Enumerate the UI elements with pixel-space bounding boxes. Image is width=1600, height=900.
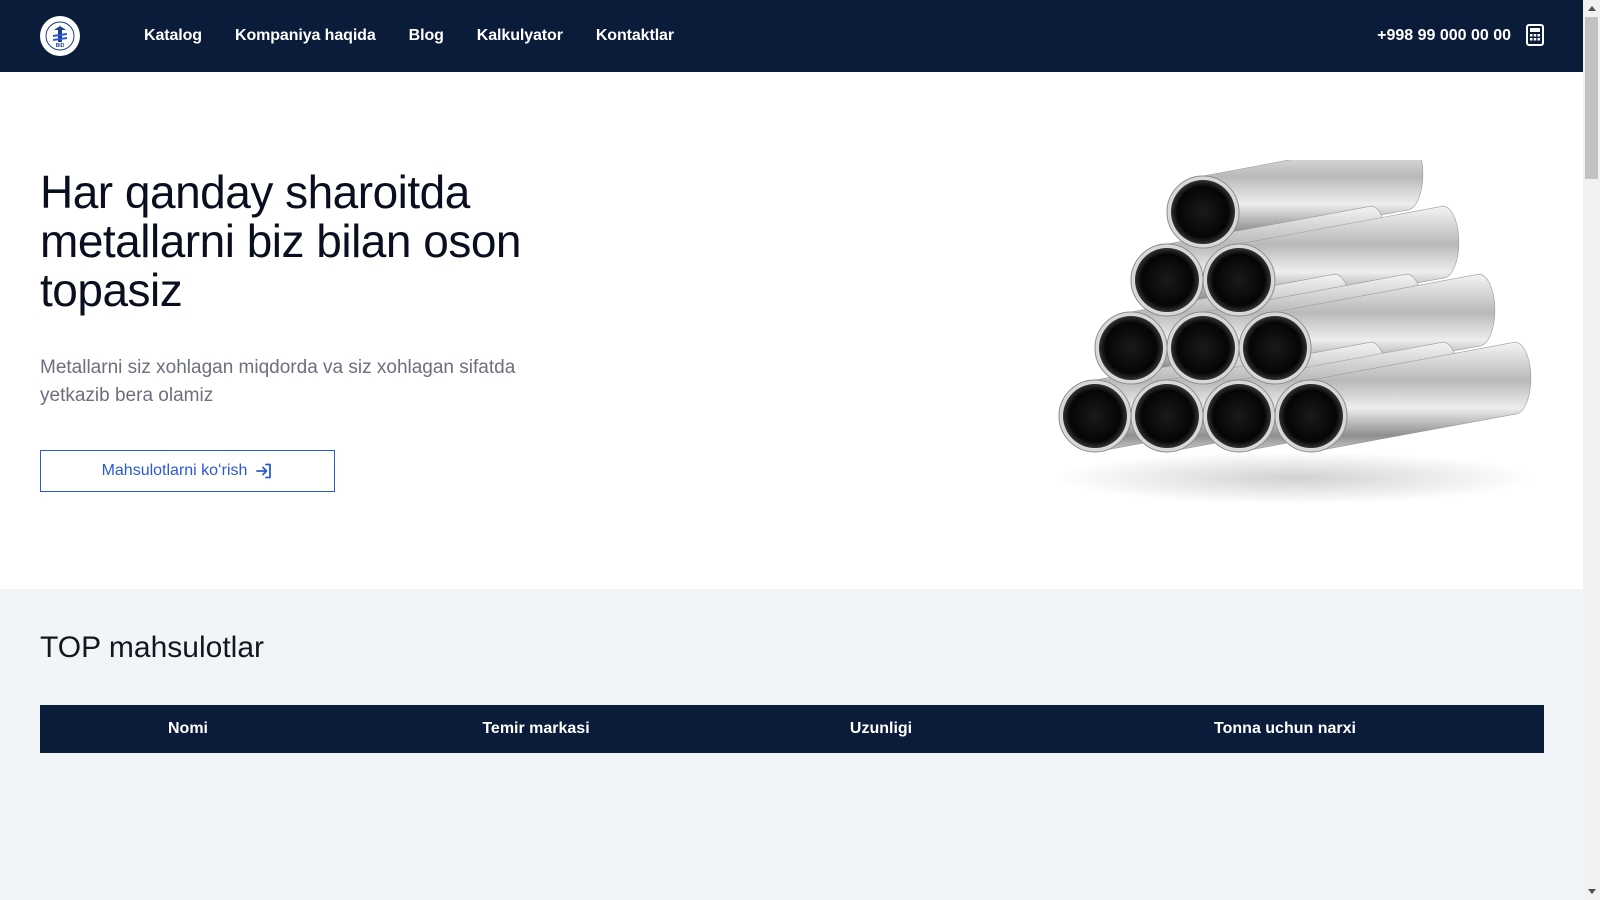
svg-text:BID: BID <box>56 43 65 49</box>
steel-pipes-image <box>1055 160 1535 504</box>
nav-kompaniya-haqida[interactable]: Kompaniya haqida <box>235 27 376 45</box>
column-header-temir-markasi[interactable]: Temir markasi <box>336 705 736 753</box>
hero-subtitle: Metallarni siz xohlagan miqdorda va siz … <box>40 357 516 406</box>
pipe-opening <box>1171 316 1235 380</box>
nav-blog[interactable]: Blog <box>409 27 444 45</box>
vertical-scrollbar[interactable] <box>1583 0 1600 900</box>
scroll-down-arrow-icon[interactable] <box>1583 883 1600 900</box>
pipe-opening <box>1207 384 1271 448</box>
site-header: BID Katalog Kompaniya haqida Blog Kalkul… <box>0 0 1583 72</box>
pipe-opening <box>1135 384 1199 448</box>
calculator-icon[interactable] <box>1526 24 1544 46</box>
pipe-opening <box>1243 316 1307 380</box>
company-logo[interactable]: BID <box>40 16 80 56</box>
view-products-button[interactable]: Mahsulotlarni koʻrish <box>40 450 335 492</box>
scroll-thumb[interactable] <box>1585 17 1598 179</box>
sign-in-arrow-icon <box>256 463 272 479</box>
phone-number[interactable]: +998 99 000 00 00 <box>1377 0 1511 72</box>
pipe-opening <box>1279 384 1343 448</box>
top-products-section: TOP mahsulotlar Nomi Temir markasi Uzunl… <box>0 589 1583 900</box>
view-products-label: Mahsulotlarni koʻrish <box>101 462 248 479</box>
main-nav: Katalog Kompaniya haqida Blog Kalkulyato… <box>144 0 674 72</box>
pipe-opening <box>1099 316 1163 380</box>
logo-icon: BID <box>45 21 75 51</box>
column-header-uzunligi[interactable]: Uzunligi <box>736 705 1026 753</box>
hero-title: Har qanday sharoitda metallarni biz bila… <box>40 166 522 316</box>
products-table-header: Nomi Temir markasi Uzunligi Tonna uchun … <box>40 705 1544 753</box>
page: BID Katalog Kompaniya haqida Blog Kalkul… <box>0 0 1583 900</box>
pipe-opening <box>1063 384 1127 448</box>
top-products-title: TOP mahsulotlar <box>40 631 264 664</box>
nav-katalog[interactable]: Katalog <box>144 27 202 45</box>
nav-kontaktlar[interactable]: Kontaktlar <box>596 27 674 45</box>
nav-kalkulyator[interactable]: Kalkulyator <box>477 27 563 45</box>
pipe-opening <box>1135 248 1199 312</box>
scroll-up-arrow-icon[interactable] <box>1583 0 1600 17</box>
pipe-opening <box>1207 248 1271 312</box>
pipe-opening <box>1171 180 1235 244</box>
column-header-nomi[interactable]: Nomi <box>40 705 336 753</box>
column-header-tonna-narxi[interactable]: Tonna uchun narxi <box>1026 705 1544 753</box>
